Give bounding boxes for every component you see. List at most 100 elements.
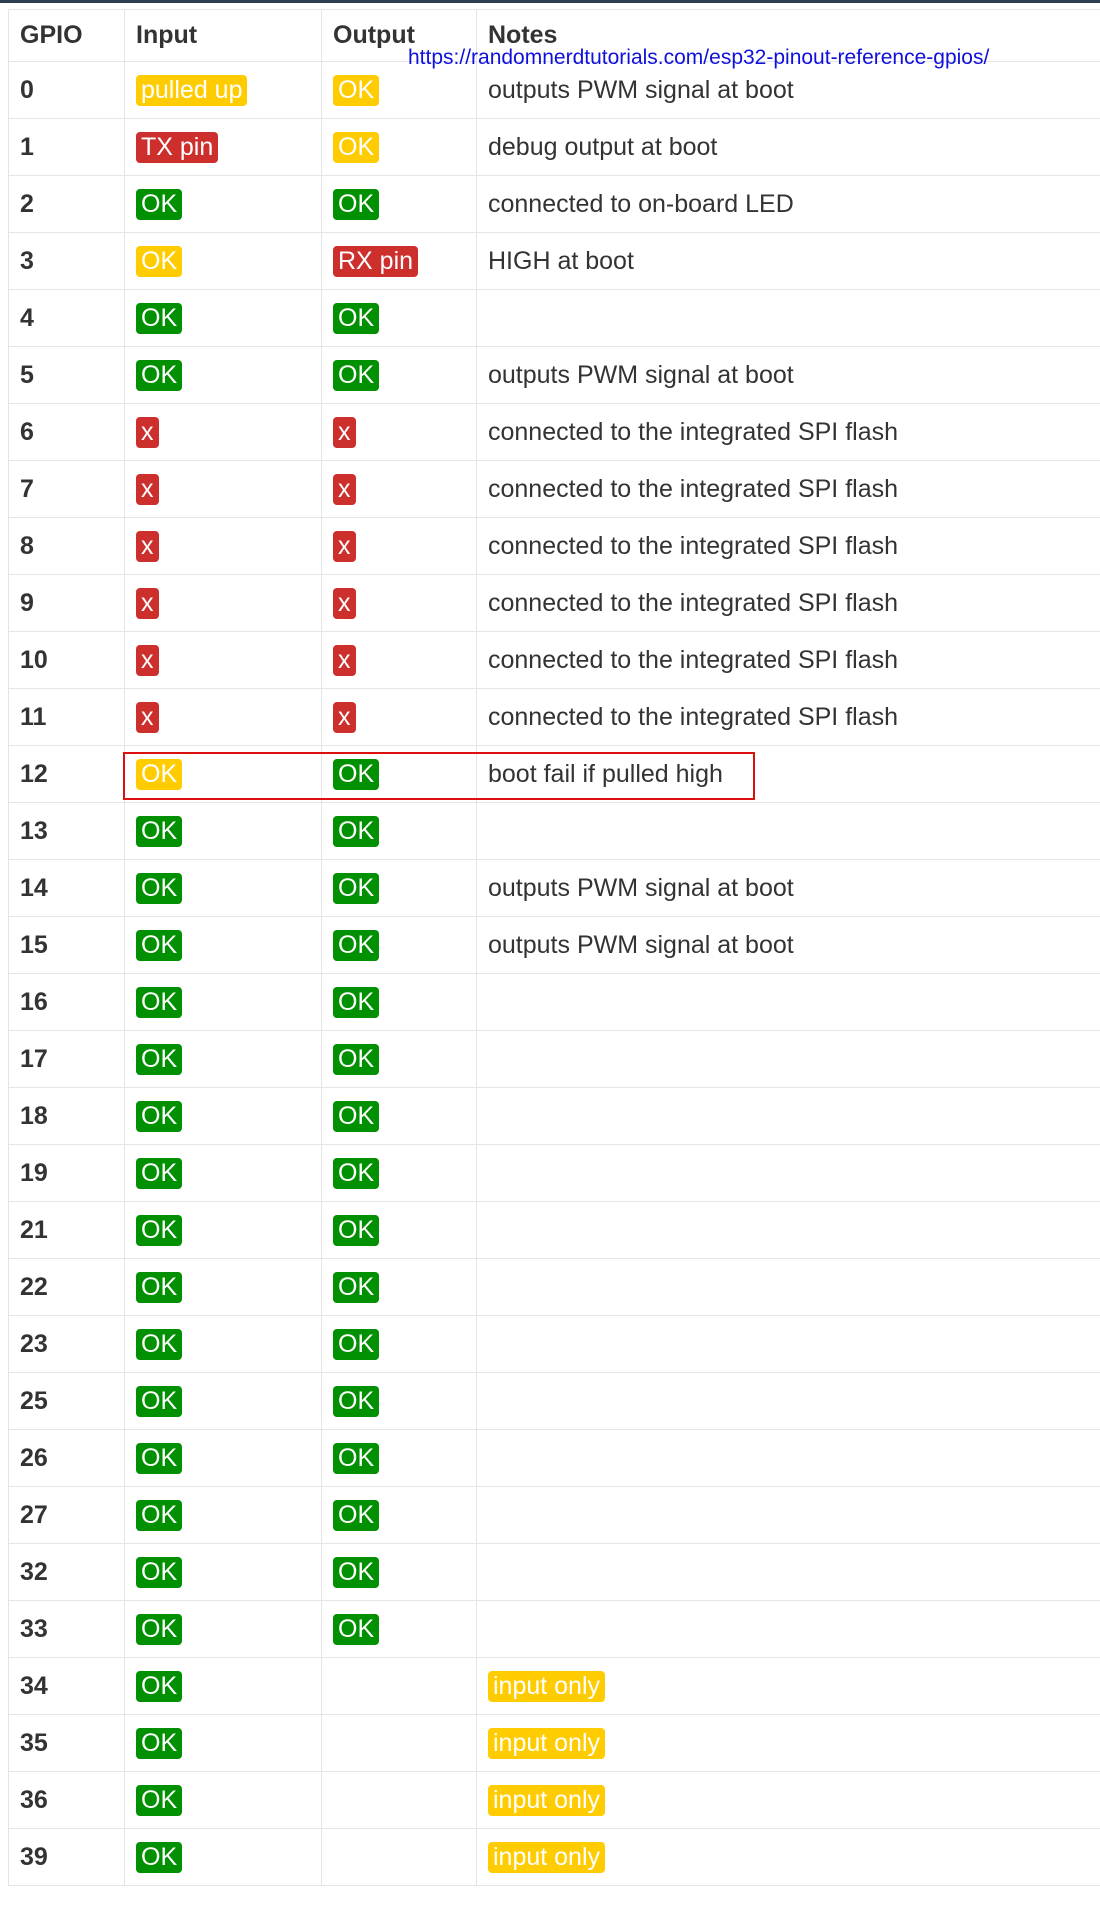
notes-text: HIGH at boot	[488, 246, 634, 275]
gpio-number-cell: 7	[8, 460, 125, 518]
table-row: 25 OK OK	[8, 1372, 1100, 1430]
input-status-badge: x	[136, 416, 159, 448]
gpio-number-cell: 39	[8, 1828, 125, 1886]
output-cell: x	[321, 517, 477, 575]
output-status-badge: x	[333, 530, 356, 562]
table-row: 17 OK OK	[8, 1030, 1100, 1088]
notes-cell: connected to the integrated SPI flash	[476, 403, 1100, 461]
output-cell: OK	[321, 1030, 477, 1088]
gpio-number-cell: 4	[8, 289, 125, 347]
gpio-number-cell: 32	[8, 1543, 125, 1601]
output-cell: OK	[321, 1087, 477, 1145]
gpio-number-cell: 10	[8, 631, 125, 689]
notes-cell	[476, 973, 1100, 1031]
input-status-badge: OK	[136, 1214, 183, 1246]
gpio-number-cell: 19	[8, 1144, 125, 1202]
notes-cell: connected to the integrated SPI flash	[476, 517, 1100, 575]
notes-cell: input only	[476, 1828, 1100, 1886]
table-row: 27 OK OK	[8, 1486, 1100, 1544]
output-cell	[321, 1771, 477, 1829]
input-status-badge: OK	[136, 1727, 183, 1759]
input-status-badge: OK	[136, 1841, 183, 1873]
input-cell: OK	[124, 289, 322, 347]
output-status-badge: x	[333, 701, 356, 733]
input-cell: x	[124, 403, 322, 461]
notes-text: connected to on-board LED	[488, 189, 794, 218]
output-status-badge: OK	[333, 1556, 380, 1588]
notes-cell: input only	[476, 1771, 1100, 1829]
notes-cell	[476, 1600, 1100, 1658]
input-cell: OK	[124, 1372, 322, 1430]
output-cell: OK	[321, 1315, 477, 1373]
output-cell: OK	[321, 973, 477, 1031]
table-body: 0 pulled up OK outputs PWM signal at boot 1 T…	[8, 61, 1100, 1886]
output-cell: OK	[321, 1543, 477, 1601]
input-cell: OK	[124, 973, 322, 1031]
gpio-number-cell: 14	[8, 859, 125, 917]
input-cell: OK	[124, 1144, 322, 1202]
notes-cell: boot fail if pulled high	[476, 745, 1100, 803]
output-status-badge: OK	[333, 1385, 380, 1417]
output-cell: OK	[321, 118, 477, 176]
gpio-number-cell: 12	[8, 745, 125, 803]
table-row: 5 OK OK outputs PWM signal at boot	[8, 346, 1100, 404]
notes-text: outputs PWM signal at boot	[488, 930, 794, 959]
output-cell: x	[321, 460, 477, 518]
gpio-number-cell: 11	[8, 688, 125, 746]
output-status-badge: OK	[333, 872, 380, 904]
gpio-number-cell: 33	[8, 1600, 125, 1658]
header-gpio: GPIO	[8, 9, 125, 62]
notes-cell: connected to the integrated SPI flash	[476, 460, 1100, 518]
output-status-badge: OK	[333, 1214, 380, 1246]
output-status-badge: OK	[333, 929, 380, 961]
input-status-badge: OK	[136, 986, 183, 1018]
gpio-number-cell: 8	[8, 517, 125, 575]
input-status-badge: OK	[136, 1499, 183, 1531]
output-status-badge: OK	[333, 359, 380, 391]
notes-text: connected to the integrated SPI flash	[488, 702, 898, 731]
gpio-number-cell: 34	[8, 1657, 125, 1715]
input-cell: OK	[124, 1543, 322, 1601]
output-status-badge: x	[333, 644, 356, 676]
output-cell: RX pin	[321, 232, 477, 290]
table-row: 7 x x connected to the integrated SPI flash	[8, 460, 1100, 518]
input-status-badge: OK	[136, 302, 183, 334]
input-status-badge: x	[136, 587, 159, 619]
input-cell: OK	[124, 1828, 322, 1886]
input-status-badge: OK	[136, 872, 183, 904]
notes-text: boot fail if pulled high	[488, 759, 723, 788]
input-status-badge: OK	[136, 1328, 183, 1360]
input-cell: OK	[124, 346, 322, 404]
input-cell: OK	[124, 1486, 322, 1544]
output-status-badge: x	[333, 416, 356, 448]
gpio-number-cell: 35	[8, 1714, 125, 1772]
output-status-badge: OK	[333, 1157, 380, 1189]
notes-cell: HIGH at boot	[476, 232, 1100, 290]
table-row: 23 OK OK	[8, 1315, 1100, 1373]
input-cell: OK	[124, 1030, 322, 1088]
gpio-number-cell: 1	[8, 118, 125, 176]
input-cell: x	[124, 631, 322, 689]
notes-cell: connected to on-board LED	[476, 175, 1100, 233]
source-url-link[interactable]: https://randomnerdtutorials.com/esp32-pi…	[408, 46, 989, 70]
notes-cell	[476, 289, 1100, 347]
table-row: 2 OK OK connected to on-board LED	[8, 175, 1100, 233]
notes-cell	[476, 1144, 1100, 1202]
notes-cell	[476, 1486, 1100, 1544]
input-cell: OK	[124, 859, 322, 917]
output-status-badge: OK	[333, 302, 380, 334]
table-row: 36 OK input only	[8, 1771, 1100, 1829]
table-row: 11 x x connected to the integrated SPI flas…	[8, 688, 1100, 746]
table-row: 16 OK OK	[8, 973, 1100, 1031]
table-row: 26 OK OK	[8, 1429, 1100, 1487]
input-cell: OK	[124, 916, 322, 974]
gpio-number-cell: 17	[8, 1030, 125, 1088]
notes-status-badge: input only	[488, 1841, 606, 1873]
gpio-number-cell: 0	[8, 61, 125, 119]
gpio-table: GPIO Input Output Notes 0 pulled up OK outp…	[8, 9, 1100, 1886]
table-row: 13 OK OK	[8, 802, 1100, 860]
output-cell: OK	[321, 346, 477, 404]
input-status-badge: x	[136, 644, 159, 676]
output-status-badge: OK	[333, 1100, 380, 1132]
table-row: 12 OK OK boot fail if pulled high	[8, 745, 1100, 803]
